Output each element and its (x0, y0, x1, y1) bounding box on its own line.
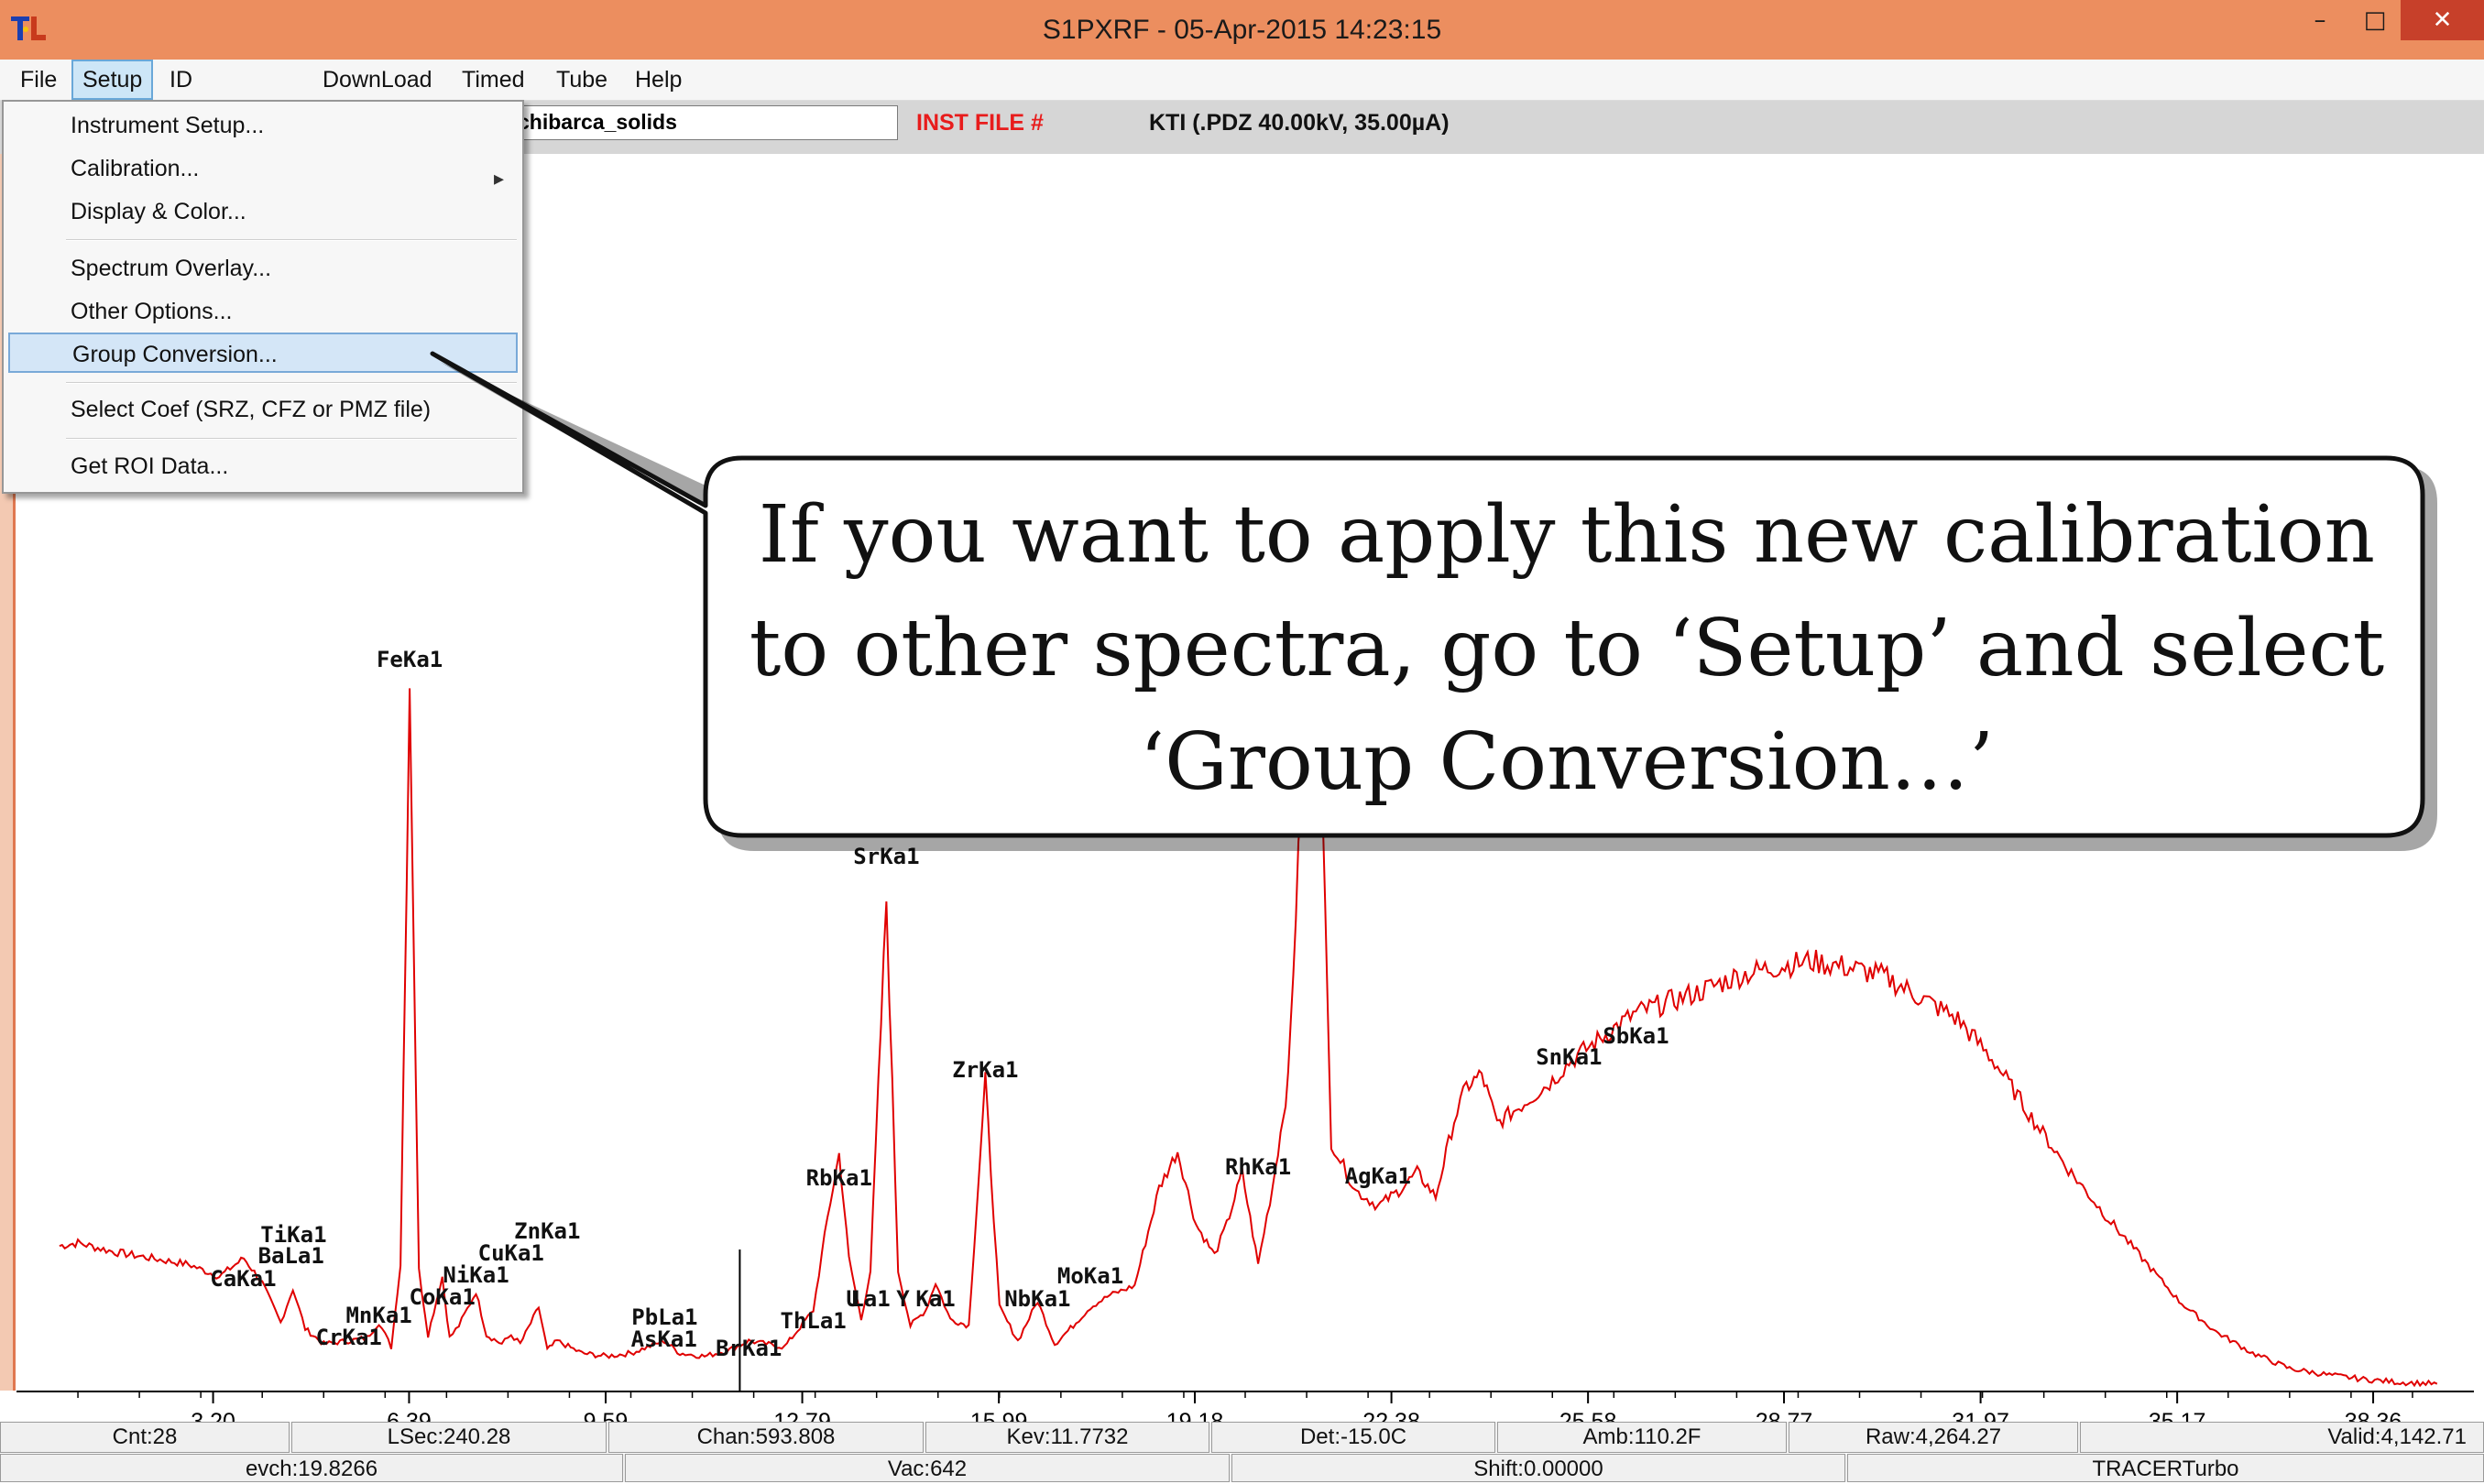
peak-label: FeKa1 (377, 647, 443, 672)
status-row-1: Cnt:28 LSec:240.28 Chan:593.808 Kev:11.7… (0, 1422, 2484, 1453)
callout-text: If you want to apply this new calibratio… (724, 478, 2410, 819)
menu-separator (66, 438, 517, 440)
peak-label: ZnKa1 (514, 1218, 580, 1244)
status-lsec: LSec:240.28 (291, 1422, 607, 1453)
status-channel: Chan:593.808 (608, 1422, 924, 1453)
peak-label: SnKa1 (1536, 1044, 1602, 1070)
menu-get-roi-data[interactable]: Get ROI Data... (8, 446, 518, 486)
status-valid: Valid:4,142.71 (2080, 1422, 2484, 1453)
peak-label: SbKa1 (1603, 1023, 1669, 1049)
menu-spectrum-overlay[interactable]: Spectrum Overlay... (8, 248, 518, 289)
peak-label: BaLa1 (258, 1243, 324, 1269)
x-axis-tick-label: 12.79 (773, 1409, 831, 1422)
x-axis-tick-label: 3.20 (191, 1409, 235, 1422)
menu-timed[interactable]: Timed (453, 60, 534, 100)
menu-help[interactable]: Help (626, 60, 691, 100)
x-axis-tick-label: 28.77 (1756, 1409, 1813, 1422)
peak-label: AsKa1 (631, 1326, 697, 1352)
x-axis-tick-label: 25.58 (1559, 1409, 1617, 1422)
status-vacuum: Vac:642 (625, 1454, 1230, 1482)
menu-instrument-setup[interactable]: Instrument Setup... (8, 105, 518, 146)
peak-label: CoKa1 (410, 1284, 476, 1310)
menu-separator (66, 239, 517, 241)
menu-tube[interactable]: Tube (547, 60, 617, 100)
peak-label: NbKa1 (1004, 1286, 1070, 1312)
status-detector: Det:-15.0C (1211, 1422, 1495, 1453)
inst-file-label: INST FILE # (916, 110, 1044, 136)
x-axis-tick-label: 15.99 (970, 1409, 1028, 1422)
peak-label: CaKa1 (210, 1266, 276, 1292)
x-axis-tick-label: 31.97 (1952, 1409, 2009, 1422)
callout-line: to other spectra, go to ‘Setup’ and sele… (749, 603, 2385, 694)
x-axis-tick-label: 19.18 (1166, 1409, 1224, 1422)
callout-line: ‘Group Conversion…’ (1139, 716, 1995, 808)
peak-label: RbKa1 (806, 1165, 872, 1191)
peak-label: Ka1 (915, 1286, 955, 1312)
status-instrument: TRACERTurbo (1847, 1454, 2484, 1482)
window-title: S1PXRF - 05-Apr-2015 14:23:15 (1042, 15, 1442, 45)
peak-label: RhKa1 (1225, 1154, 1291, 1180)
menu-calibration-label: Calibration... (71, 156, 200, 181)
status-row-2: evch:19.8266 Vac:642 Shift:0.00000 TRACE… (0, 1454, 2484, 1482)
menu-bar: File Setup ID DownLoad Timed Tube Help (0, 60, 2484, 101)
x-axis-tick-label: 22.38 (1362, 1409, 1420, 1422)
peak-label: La1 (850, 1286, 890, 1312)
menu-calibration[interactable]: Calibration... ▸ (8, 148, 518, 190)
instrument-info: KTI (.PDZ 40.00kV, 35.00µA) (1149, 110, 1450, 136)
status-shift: Shift:0.00000 (1231, 1454, 1845, 1482)
menu-other-options[interactable]: Other Options... (8, 291, 518, 332)
x-axis-tick-label: 6.39 (387, 1409, 432, 1422)
menu-file[interactable]: File (11, 60, 66, 100)
title-bar: S1PXRF - 05-Apr-2015 14:23:15 – □ ✕ (0, 0, 2484, 60)
x-axis-tick-label: 9.59 (584, 1409, 629, 1422)
peak-label: Y (896, 1286, 910, 1312)
peak-label: ThLa1 (781, 1308, 847, 1334)
status-raw: Raw:4,264.27 (1789, 1422, 2078, 1453)
setup-menu-dropdown: Instrument Setup... Calibration... ▸ Dis… (2, 100, 524, 494)
callout-line: If you want to apply this new calibratio… (758, 489, 2376, 581)
menu-download[interactable]: DownLoad (313, 60, 442, 100)
peak-label: BrKa1 (716, 1336, 782, 1361)
menu-display-color[interactable]: Display & Color... (8, 191, 518, 232)
peak-label: MoKa1 (1057, 1263, 1123, 1289)
menu-group-conversion[interactable]: Group Conversion... (8, 333, 518, 373)
peak-label: ZrKa1 (952, 1057, 1018, 1083)
peak-label: AgKa1 (1345, 1163, 1411, 1189)
x-axis-tick-label: 35.17 (2149, 1409, 2206, 1422)
menu-id[interactable]: ID (160, 60, 202, 100)
status-evch: evch:19.8266 (0, 1454, 623, 1482)
peak-label: CuKa1 (478, 1240, 544, 1266)
menu-setup[interactable]: Setup (71, 60, 154, 100)
status-ambient: Amb:110.2F (1497, 1422, 1787, 1453)
menu-separator (66, 382, 517, 384)
peak-label: CrKa1 (316, 1325, 382, 1350)
peak-label: SrKa1 (853, 844, 919, 869)
menu-select-coef[interactable]: Select Coef (SRZ, CFZ or PMZ file) (8, 389, 518, 430)
file-name-field[interactable]: chibarca_solids (509, 105, 898, 140)
status-kev: Kev:11.7732 (925, 1422, 1209, 1453)
x-axis-tick-label: 38.36 (2345, 1409, 2402, 1422)
status-count: Cnt:28 (0, 1422, 290, 1453)
close-button[interactable]: ✕ (2401, 0, 2484, 40)
